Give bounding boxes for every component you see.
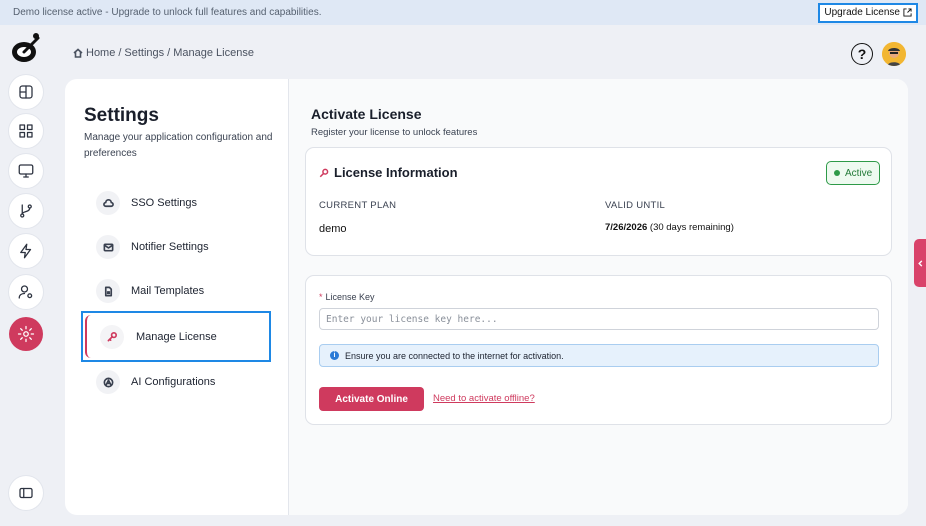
rail-workflow-button[interactable] xyxy=(9,194,43,228)
breadcrumb-current: Manage License xyxy=(173,47,254,59)
breadcrumb-separator: / xyxy=(118,47,122,59)
settings-title: Settings xyxy=(84,105,159,126)
chevron-left-icon xyxy=(917,259,922,267)
gear-icon xyxy=(17,325,35,343)
side-panel-toggle[interactable] xyxy=(914,239,926,287)
rail-users-button[interactable] xyxy=(9,275,43,309)
file-icon xyxy=(104,286,112,296)
menu-item-label: Mail Templates xyxy=(131,285,205,297)
notice-text: Ensure you are connected to the internet… xyxy=(345,350,564,361)
menu-item-mail-templates[interactable]: Mail Templates xyxy=(96,278,204,304)
banner-text: Demo license active - Upgrade to unlock … xyxy=(13,7,322,18)
user-avatar-icon xyxy=(882,42,906,66)
home-icon xyxy=(73,48,83,58)
license-information-title: License Information xyxy=(319,165,458,180)
git-branch-icon xyxy=(20,204,32,218)
rail-sidebar-toggle-button[interactable] xyxy=(9,476,43,510)
external-link-icon xyxy=(903,8,912,17)
current-plan-value: demo xyxy=(319,223,347,235)
activate-offline-link[interactable]: Need to activate offline? xyxy=(433,393,535,404)
dashboard-icon xyxy=(19,124,33,138)
menu-item-manage-license[interactable]: Manage License xyxy=(81,311,271,362)
menu-item-notifier-settings[interactable]: Notifier Settings xyxy=(96,234,209,260)
menu-item-label: Notifier Settings xyxy=(131,241,209,253)
status-badge: Active xyxy=(826,161,881,185)
current-plan-label: CURRENT PLAN xyxy=(319,200,397,211)
avatar[interactable] xyxy=(882,42,906,66)
breadcrumb-home[interactable]: Home xyxy=(86,47,115,59)
user-settings-icon xyxy=(18,285,33,299)
cloud-icon xyxy=(102,198,114,207)
status-dot-icon xyxy=(834,170,840,176)
main-panel: Settings Manage your application configu… xyxy=(65,79,908,515)
valid-until-label: VALID UNTIL xyxy=(605,200,666,211)
monitor-icon xyxy=(18,164,34,178)
lightning-icon xyxy=(20,243,32,259)
menu-item-sso-settings[interactable]: SSO Settings xyxy=(96,190,197,216)
info-icon: i xyxy=(330,351,339,360)
app-logo-icon[interactable] xyxy=(10,32,42,64)
page-title: Activate License xyxy=(311,106,422,122)
menu-item-ai-configurations[interactable]: AI Configurations xyxy=(96,369,215,395)
rail-automation-button[interactable] xyxy=(9,234,43,268)
settings-panel: Settings Manage your application configu… xyxy=(65,79,289,515)
valid-until-date: 7/26/2026 xyxy=(605,222,648,233)
menu-item-label: AI Configurations xyxy=(131,376,216,388)
key-icon xyxy=(107,332,117,342)
top-bar: Home / Settings / Manage License ? xyxy=(52,25,926,79)
ai-icon xyxy=(103,377,113,387)
connection-notice: i Ensure you are connected to the intern… xyxy=(319,344,879,367)
rail-settings-button[interactable] xyxy=(9,317,43,351)
rail-layout-button[interactable] xyxy=(9,75,43,109)
license-key-card: *License Key i Ensure you are connected … xyxy=(305,275,892,425)
upgrade-license-button[interactable]: Upgrade License xyxy=(818,2,918,23)
mail-icon xyxy=(103,242,113,252)
activate-online-button[interactable]: Activate Online xyxy=(319,387,424,411)
menu-item-label: SSO Settings xyxy=(131,197,198,209)
valid-until-value: 7/26/2026 (30 days remaining) xyxy=(605,222,734,233)
license-key-label: * License Key xyxy=(319,292,375,302)
license-content: Activate License Register your license t… xyxy=(289,79,908,515)
sidebar-toggle-icon xyxy=(19,487,33,499)
upgrade-license-label: Upgrade License xyxy=(824,7,900,18)
license-key-input[interactable] xyxy=(319,308,879,330)
rail-monitor-button[interactable] xyxy=(9,154,43,188)
required-marker: * xyxy=(319,292,323,302)
help-icon[interactable]: ? xyxy=(851,43,873,65)
valid-until-remaining: (30 days remaining) xyxy=(649,222,734,233)
menu-item-label: Manage License xyxy=(136,330,217,343)
demo-banner: Demo license active - Upgrade to unlock … xyxy=(0,0,926,25)
icon-rail xyxy=(0,25,52,526)
license-information-card: License Information Active CURRENT PLAN … xyxy=(305,147,892,256)
page-subtitle: Register your license to unlock features xyxy=(311,127,478,138)
layout-grid-icon xyxy=(19,85,33,99)
rail-dashboard-button[interactable] xyxy=(9,114,43,148)
breadcrumb: Home / Settings / Manage License xyxy=(73,47,254,59)
settings-description: Manage your application configuration an… xyxy=(84,132,273,159)
breadcrumb-separator: / xyxy=(167,47,171,59)
breadcrumb-settings[interactable]: Settings xyxy=(124,47,164,59)
key-icon xyxy=(319,168,329,177)
